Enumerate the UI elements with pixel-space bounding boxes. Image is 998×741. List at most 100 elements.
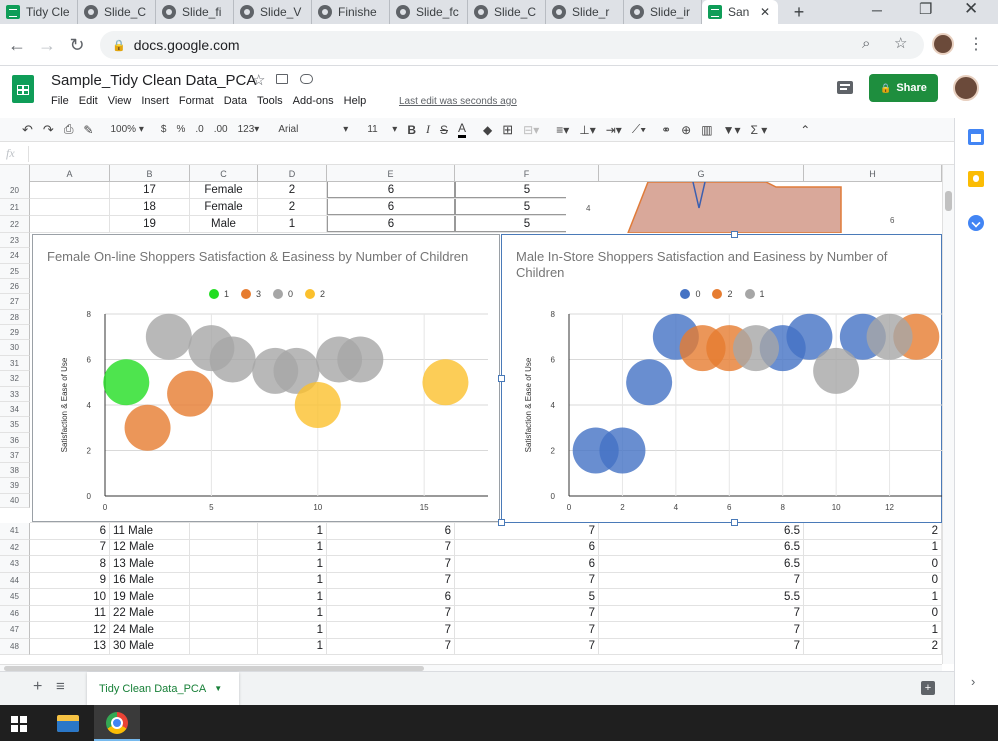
cell-g[interactable]: 6.5 xyxy=(599,523,804,539)
cell-h[interactable]: 1 xyxy=(804,622,942,638)
functions-icon[interactable]: Σ ▾ xyxy=(750,123,767,137)
borders-icon[interactable]: ⊞ xyxy=(502,122,513,138)
cell-b[interactable]: 24 Male xyxy=(110,622,190,638)
cell-b[interactable]: 30 Male xyxy=(110,638,190,654)
cell-h[interactable]: 2 xyxy=(804,523,942,539)
cell-c[interactable]: Female xyxy=(190,182,258,198)
cell-e[interactable]: 6 xyxy=(327,216,455,232)
browser-tab[interactable]: Slide_C xyxy=(468,0,546,24)
cell-a[interactable]: 9 xyxy=(30,572,110,588)
menu-edit[interactable]: Edit xyxy=(79,95,98,107)
select-all-corner[interactable] xyxy=(0,165,30,182)
cell-e[interactable]: 6 xyxy=(327,589,455,605)
cell-e[interactable]: 7 xyxy=(327,539,455,555)
chrome-taskbar-button[interactable] xyxy=(94,705,140,741)
cell-g[interactable]: 6.5 xyxy=(599,539,804,555)
decrease-decimal-button[interactable]: .0 xyxy=(195,124,203,135)
comments-icon[interactable] xyxy=(837,81,853,94)
new-tab-button[interactable]: + xyxy=(790,0,808,24)
browser-tab[interactable]: Tidy Cle xyxy=(0,0,78,24)
cell-d[interactable]: 1 xyxy=(258,605,327,621)
resize-handle[interactable] xyxy=(498,375,505,382)
last-edit-link[interactable]: Last edit was seconds ago xyxy=(399,96,517,107)
row-header[interactable]: 36 xyxy=(0,433,30,448)
menu-view[interactable]: View xyxy=(108,95,132,107)
row-header[interactable]: 31 xyxy=(0,356,30,371)
browser-tab[interactable]: Slide_ir xyxy=(624,0,702,24)
sheet-tab-menu-icon[interactable]: ▼ xyxy=(214,684,222,693)
file-explorer-icon[interactable] xyxy=(57,715,79,732)
insert-chart-icon[interactable]: ▥ xyxy=(701,123,712,137)
menu-format[interactable]: Format xyxy=(179,95,214,107)
cell-b[interactable]: 16 Male xyxy=(110,572,190,588)
row-header[interactable]: 35 xyxy=(0,417,30,433)
cell-b[interactable]: 19 xyxy=(110,216,190,232)
cell-e[interactable]: 7 xyxy=(327,605,455,621)
cell-a[interactable]: 12 xyxy=(30,622,110,638)
row-header[interactable]: 23 xyxy=(0,233,30,248)
cell-g[interactable]: 7 xyxy=(599,622,804,638)
cell-a[interactable]: 8 xyxy=(30,556,110,572)
cell-a[interactable] xyxy=(30,182,110,198)
column-header-c[interactable]: C xyxy=(190,165,258,182)
account-avatar[interactable] xyxy=(953,75,979,101)
row-header[interactable]: 22 xyxy=(0,216,30,233)
windows-start-icon[interactable] xyxy=(11,716,27,732)
browser-tab[interactable]: San ✕ xyxy=(702,0,778,24)
cell-b[interactable]: 19 Male xyxy=(110,589,190,605)
url-field[interactable]: 🔒 docs.google.com ⌕ ☆ xyxy=(100,31,924,59)
cell-g[interactable]: 7 xyxy=(599,638,804,654)
menu-help[interactable]: Help xyxy=(344,95,367,107)
text-rotation-icon[interactable]: ⟋▾ xyxy=(632,122,646,137)
cell-h[interactable]: 1 xyxy=(804,539,942,555)
increase-decimal-button[interactable]: .00 xyxy=(214,124,228,135)
cell-c[interactable] xyxy=(190,556,258,572)
row-header[interactable]: 21 xyxy=(0,199,30,216)
cell-b[interactable]: 17 xyxy=(110,182,190,198)
row-header[interactable]: 33 xyxy=(0,387,30,402)
row-header[interactable]: 30 xyxy=(0,340,30,356)
row-header[interactable]: 32 xyxy=(0,371,30,387)
row-header[interactable]: 24 xyxy=(0,248,30,264)
insert-comment-icon[interactable]: ⊕ xyxy=(681,123,691,137)
cell-b[interactable]: 11 Male xyxy=(110,523,190,539)
fill-color-icon[interactable]: ◆ xyxy=(483,123,492,137)
browser-tab[interactable]: Slide_C xyxy=(78,0,156,24)
cell-h[interactable]: 0 xyxy=(804,572,942,588)
cell-a[interactable] xyxy=(30,199,110,215)
filter-icon[interactable]: ▼▾ xyxy=(723,123,741,137)
cell-d[interactable]: 2 xyxy=(258,182,327,198)
collapse-menu-icon[interactable]: ⌃ xyxy=(800,123,810,137)
horizontal-scrollbar[interactable] xyxy=(0,664,942,671)
cell-c[interactable] xyxy=(190,605,258,621)
row-header[interactable]: 47 xyxy=(0,622,30,639)
strikethrough-button[interactable]: S xyxy=(440,123,448,137)
column-header-a[interactable]: A xyxy=(30,165,110,182)
resize-handle[interactable] xyxy=(498,519,505,526)
close-window-icon[interactable]: ✕ xyxy=(964,0,978,19)
forward-icon[interactable]: → xyxy=(34,24,60,66)
merge-cells-icon[interactable]: ⊟▾ xyxy=(523,123,539,137)
zoom-select[interactable]: 100% ▾ xyxy=(110,124,143,135)
text-wrapping-icon[interactable]: ⇥▾ xyxy=(606,123,622,137)
percent-button[interactable]: % xyxy=(176,124,185,135)
document-title[interactable]: Sample_Tidy Clean Data_PCA xyxy=(51,72,256,89)
calendar-icon[interactable] xyxy=(968,129,984,145)
cell-c[interactable] xyxy=(190,539,258,555)
cell-e[interactable]: 6 xyxy=(327,199,455,215)
minimize-icon[interactable]: ─ xyxy=(872,2,882,18)
font-select[interactable]: Arial ▾ xyxy=(278,124,348,135)
all-sheets-icon[interactable]: ≡ xyxy=(56,678,65,695)
vertical-align-icon[interactable]: ⊥▾ xyxy=(579,123,595,137)
cell-f[interactable]: 6 xyxy=(455,556,599,572)
cell-d[interactable]: 1 xyxy=(258,622,327,638)
cell-d[interactable]: 1 xyxy=(258,216,327,232)
row-header[interactable]: 28 xyxy=(0,310,30,325)
cell-d[interactable]: 2 xyxy=(258,199,327,215)
scroll-thumb[interactable] xyxy=(945,191,952,211)
cell-e[interactable]: 7 xyxy=(327,556,455,572)
cell-d[interactable]: 1 xyxy=(258,589,327,605)
cell-d[interactable]: 1 xyxy=(258,638,327,654)
expand-panel-icon[interactable]: › xyxy=(971,674,975,689)
back-icon[interactable]: ← xyxy=(4,24,30,66)
